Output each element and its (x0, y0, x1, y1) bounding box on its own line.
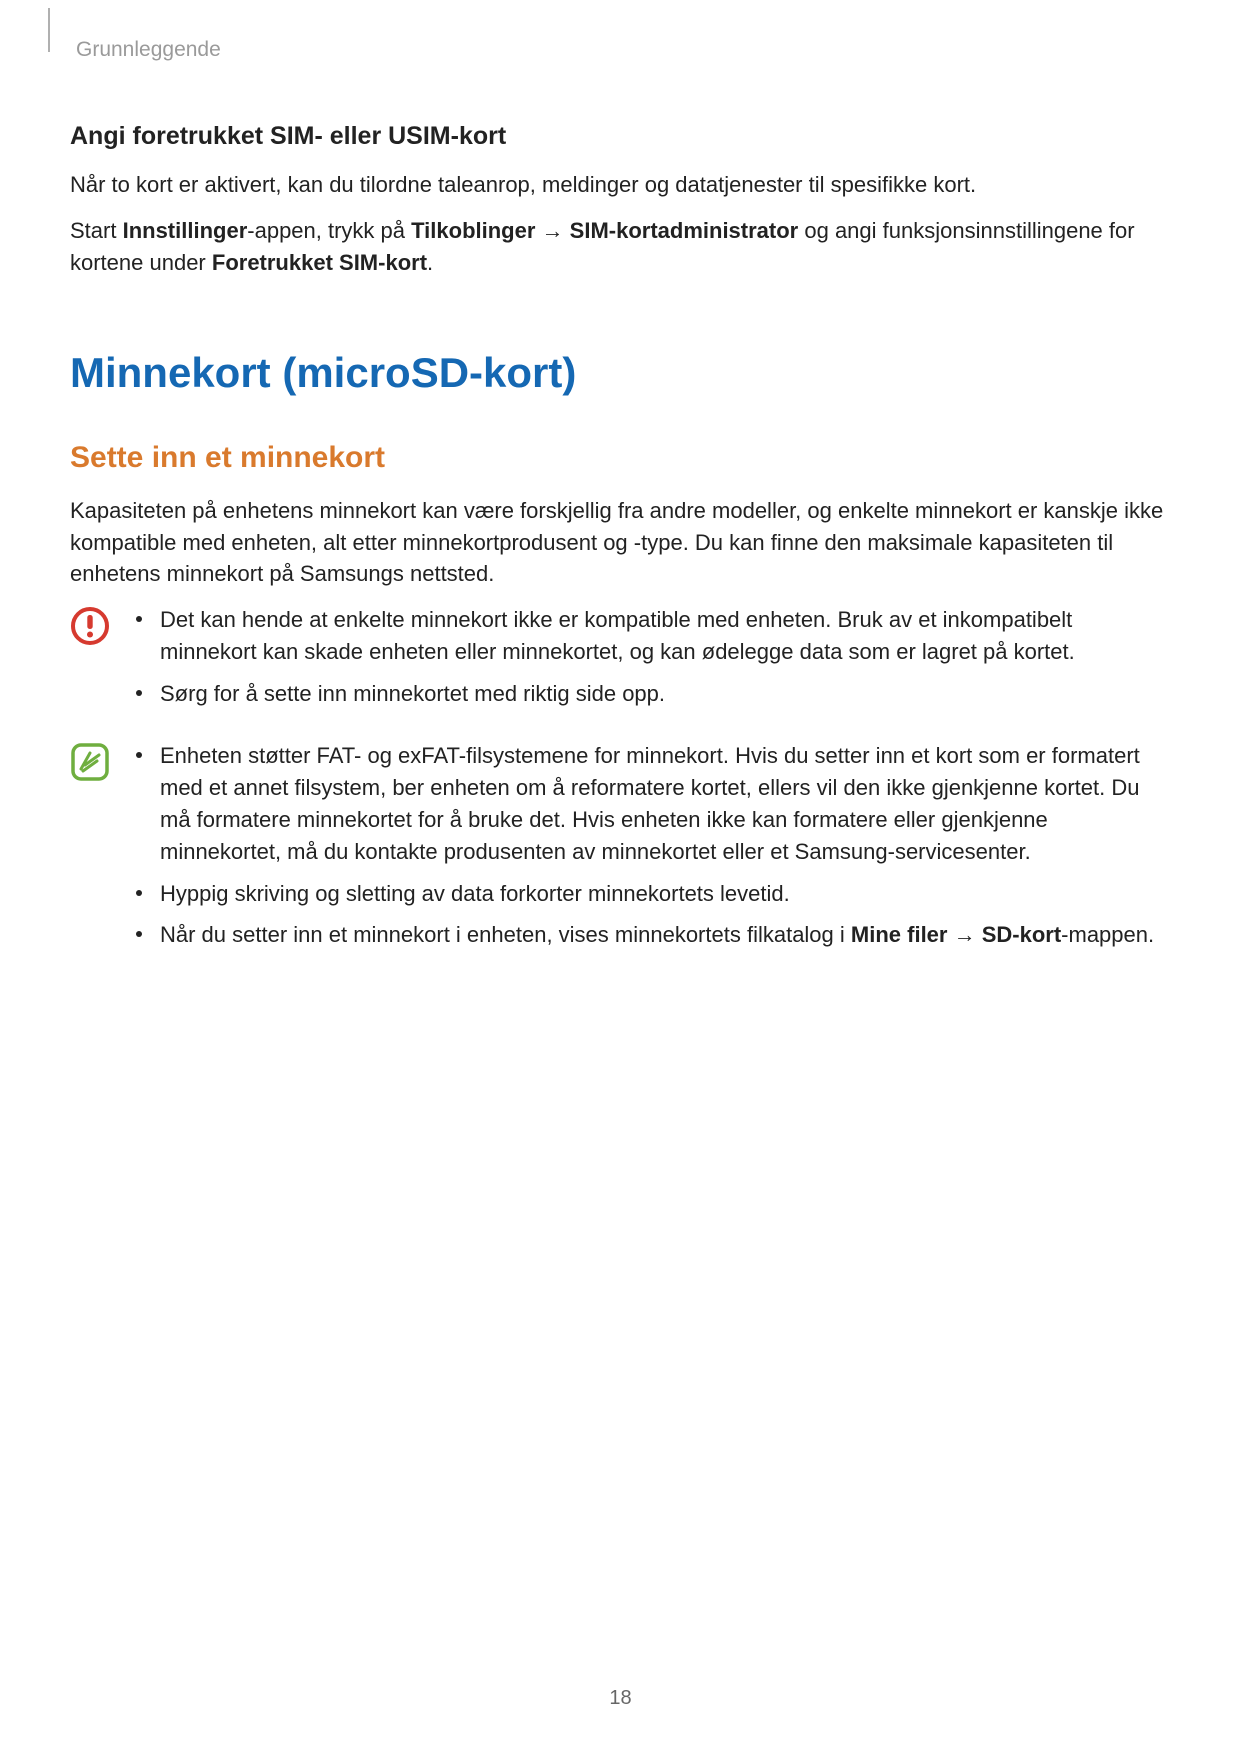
note-icon (70, 742, 110, 782)
text-fragment: Start (70, 218, 123, 243)
text-bold: Mine filer (851, 922, 948, 947)
bullet-item: Sørg for å sette inn minnekortet med rik… (136, 678, 1171, 710)
warning-content: Det kan hende at enkelte minnekort ikke … (136, 604, 1171, 720)
bullet-text: Når du setter inn et minnekort i enheten… (160, 919, 1171, 951)
para-sim-2: Start Innstillinger-appen, trykk på Tilk… (70, 215, 1171, 279)
heading-2: Sette inn et minnekort (70, 441, 1171, 475)
bullet-dot-icon (136, 752, 142, 758)
bullet-text: Hyppig skriving og sletting av data fork… (160, 878, 1171, 910)
bullet-dot-icon (136, 616, 142, 622)
para-memory: Kapasiteten på enhetens minnekort kan væ… (70, 495, 1171, 591)
warning-icon (70, 606, 110, 646)
bullet-item: Det kan hende at enkelte minnekort ikke … (136, 604, 1171, 668)
chapter-label: Grunnleggende (76, 38, 1171, 62)
warning-block: Det kan hende at enkelte minnekort ikke … (70, 604, 1171, 720)
bullet-item: Enheten støtter FAT- og exFAT-filsysteme… (136, 740, 1171, 868)
bullet-dot-icon (136, 690, 142, 696)
bullet-item: Hyppig skriving og sletting av data fork… (136, 878, 1171, 910)
heading-1: Minnekort (microSD-kort) (70, 349, 1171, 397)
arrow-glyph: → (947, 922, 981, 947)
text-bold: Innstillinger (123, 218, 248, 243)
text-bold: Foretrukket SIM-kort (212, 250, 427, 275)
note-content: Enheten støtter FAT- og exFAT-filsysteme… (136, 740, 1171, 961)
bullet-text: Det kan hende at enkelte minnekort ikke … (160, 604, 1171, 668)
text-fragment: -appen, trykk på (247, 218, 411, 243)
header-accent-line (48, 8, 50, 52)
text-fragment: -mappen. (1061, 922, 1154, 947)
text-bold: SIM-kortadministrator (570, 218, 799, 243)
bullet-text: Sørg for å sette inn minnekortet med rik… (160, 678, 1171, 710)
text-bold: Tilkoblinger (411, 218, 535, 243)
text-bold: SD-kort (982, 922, 1061, 947)
subheading-sim: Angi foretrukket SIM- eller USIM-kort (70, 122, 1171, 151)
text-fragment: Når du setter inn et minnekort i enheten… (160, 922, 851, 947)
page-number: 18 (0, 1687, 1241, 1710)
bullet-dot-icon (136, 890, 142, 896)
bullet-text: Enheten støtter FAT- og exFAT-filsysteme… (160, 740, 1171, 868)
para-sim-1: Når to kort er aktivert, kan du tilordne… (70, 169, 1171, 201)
bullet-item: Når du setter inn et minnekort i enheten… (136, 919, 1171, 951)
text-fragment: . (427, 250, 433, 275)
page-content: Grunnleggende Angi foretrukket SIM- elle… (0, 0, 1241, 961)
bullet-dot-icon (136, 931, 142, 937)
note-block: Enheten støtter FAT- og exFAT-filsysteme… (70, 740, 1171, 961)
arrow-glyph: → (535, 218, 569, 243)
